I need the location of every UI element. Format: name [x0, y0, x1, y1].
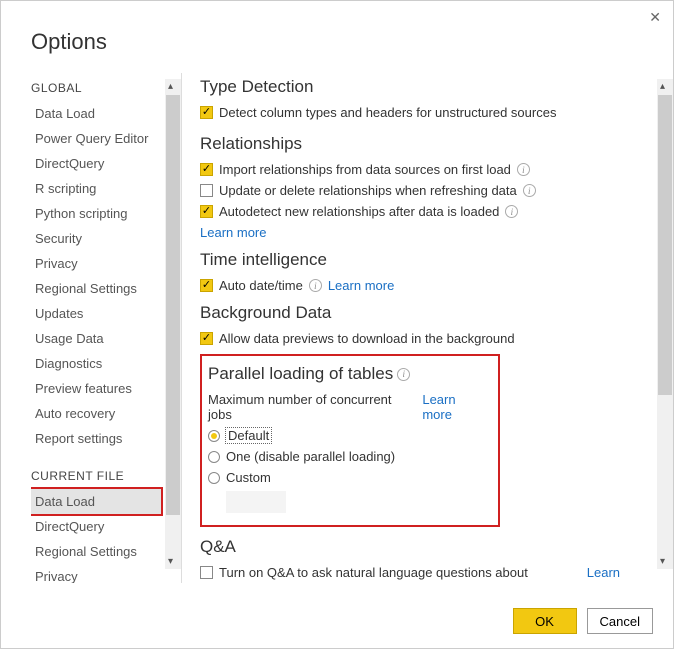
sidebar-header-global: GLOBAL	[31, 81, 181, 95]
info-icon[interactable]: i	[517, 163, 530, 176]
sidebar-item-usage-data[interactable]: Usage Data	[31, 326, 161, 351]
dialog-title: Options	[1, 1, 673, 73]
custom-jobs-input[interactable]	[226, 491, 286, 513]
checkbox-update-rel[interactable]	[200, 184, 213, 197]
sidebar-item-preview-features[interactable]: Preview features	[31, 376, 161, 401]
sidebar-item-r-scripting[interactable]: R scripting	[31, 176, 161, 201]
checkbox-import-rel[interactable]: ✓	[200, 163, 213, 176]
main-panel: Type Detection ✓ Detect column types and…	[182, 73, 673, 583]
main-scrollbar[interactable]: ▴ ▾	[657, 79, 673, 569]
scrollbar-thumb[interactable]	[658, 95, 672, 395]
sidebar-item-auto-recovery[interactable]: Auto recovery	[31, 401, 161, 426]
link-qna-learn[interactable]: Learn	[587, 565, 620, 580]
section-relationships: Relationships	[200, 134, 667, 154]
info-icon[interactable]: i	[523, 184, 536, 197]
info-icon[interactable]: i	[397, 368, 410, 381]
label-autodetect-rel: Autodetect new relationships after data …	[219, 204, 499, 219]
sidebar-item-updates[interactable]: Updates	[31, 301, 161, 326]
chevron-up-icon[interactable]: ▴	[660, 81, 665, 92]
chevron-down-icon[interactable]: ▾	[168, 556, 173, 567]
section-type-detection: Type Detection	[200, 77, 667, 97]
sidebar-item-regional-current[interactable]: Regional Settings	[31, 539, 161, 564]
sidebar: GLOBAL Data Load Power Query Editor Dire…	[1, 73, 181, 583]
sidebar-item-security[interactable]: Security	[31, 226, 161, 251]
label-radio-custom: Custom	[226, 470, 271, 485]
checkbox-auto-datetime[interactable]: ✓	[200, 279, 213, 292]
sidebar-item-regional-global[interactable]: Regional Settings	[31, 276, 161, 301]
checkbox-qna[interactable]	[200, 566, 213, 579]
sidebar-item-diagnostics[interactable]: Diagnostics	[31, 351, 161, 376]
link-time-intel-learn[interactable]: Learn more	[328, 278, 394, 293]
sidebar-item-directquery-current[interactable]: DirectQuery	[31, 514, 161, 539]
section-time-intel: Time intelligence	[200, 250, 667, 270]
label-concurrent-jobs: Maximum number of concurrent jobs	[208, 392, 416, 422]
label-qna: Turn on Q&A to ask natural language ques…	[219, 565, 528, 580]
radio-default[interactable]	[208, 430, 220, 442]
checkbox-detect-types[interactable]: ✓	[200, 106, 213, 119]
checkbox-background-data[interactable]: ✓	[200, 332, 213, 345]
info-icon[interactable]: i	[505, 205, 518, 218]
sidebar-scrollbar[interactable]: ▴ ▾	[165, 79, 181, 569]
cancel-button[interactable]: Cancel	[587, 608, 653, 634]
chevron-down-icon[interactable]: ▾	[660, 556, 665, 567]
label-radio-one: One (disable parallel loading)	[226, 449, 395, 464]
dialog-footer: OK Cancel	[513, 608, 653, 634]
section-background: Background Data	[200, 303, 667, 323]
ok-button[interactable]: OK	[513, 608, 577, 634]
link-relationships-learn[interactable]: Learn more	[200, 225, 266, 240]
label-radio-default: Default	[226, 428, 271, 443]
label-import-rel: Import relationships from data sources o…	[219, 162, 511, 177]
highlight-parallel-loading: Parallel loading of tables i Maximum num…	[200, 354, 500, 527]
chevron-up-icon[interactable]: ▴	[168, 81, 173, 92]
close-icon[interactable]: ✕	[649, 9, 661, 26]
section-qna: Q&A	[200, 537, 667, 557]
label-detect-types: Detect column types and headers for unst…	[219, 105, 556, 120]
sidebar-item-report-settings[interactable]: Report settings	[31, 426, 161, 451]
label-background-data: Allow data previews to download in the b…	[219, 331, 515, 346]
sidebar-item-privacy-global[interactable]: Privacy	[31, 251, 161, 276]
link-parallel-learn[interactable]: Learn more	[422, 392, 488, 422]
sidebar-item-data-load-current[interactable]: Data Load	[31, 489, 161, 514]
sidebar-item-power-query[interactable]: Power Query Editor	[31, 126, 161, 151]
label-update-rel: Update or delete relationships when refr…	[219, 183, 517, 198]
radio-custom[interactable]	[208, 472, 220, 484]
radio-one[interactable]	[208, 451, 220, 463]
sidebar-header-current: CURRENT FILE	[31, 469, 181, 483]
checkbox-autodetect-rel[interactable]: ✓	[200, 205, 213, 218]
sidebar-item-privacy-current[interactable]: Privacy	[31, 564, 161, 583]
scrollbar-thumb[interactable]	[166, 95, 180, 515]
info-icon[interactable]: i	[309, 279, 322, 292]
label-auto-datetime: Auto date/time	[219, 278, 303, 293]
sidebar-item-data-load-global[interactable]: Data Load	[31, 101, 161, 126]
sidebar-item-python-scripting[interactable]: Python scripting	[31, 201, 161, 226]
sidebar-item-directquery-global[interactable]: DirectQuery	[31, 151, 161, 176]
section-parallel: Parallel loading of tables	[208, 364, 393, 384]
